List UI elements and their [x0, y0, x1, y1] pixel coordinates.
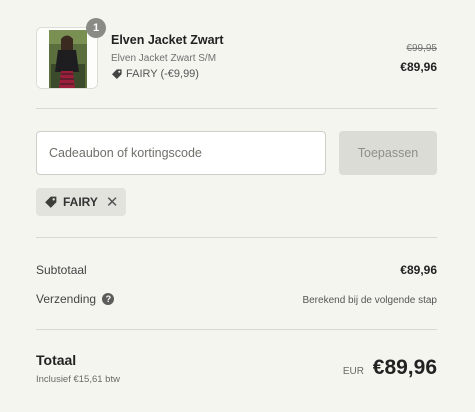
tag-icon	[112, 69, 122, 79]
product-discount: FAIRY (-€9,99)	[111, 68, 199, 80]
original-price: €99,95	[406, 43, 437, 54]
applied-discount-chip: FAIRY ✕	[36, 188, 127, 216]
product-variant: Elven Jacket Zwart S/M	[111, 53, 217, 64]
shipping-row: Verzending ?	[36, 292, 115, 306]
product-image	[37, 28, 97, 88]
tag-icon	[45, 196, 57, 208]
divider	[36, 237, 437, 238]
divider	[36, 329, 437, 330]
subtotal-label: Subtotaal	[36, 263, 87, 277]
tax-note: Inclusief €15,61 btw	[36, 374, 120, 385]
remove-discount-icon[interactable]: ✕	[106, 193, 119, 211]
product-discount-label: FAIRY (-€9,99)	[126, 68, 199, 80]
subtotal-value: €89,96	[400, 263, 437, 277]
total-amount: €89,96	[372, 356, 437, 379]
shipping-value: Berekend bij de volgende stap	[302, 295, 437, 306]
product-title: Elven Jacket Zwart	[111, 33, 224, 47]
cart-item: 1 Elven Jacket Zwart Elven Jacket Zwart …	[36, 18, 437, 91]
applied-discount-code: FAIRY	[63, 195, 98, 209]
total-label: Totaal	[36, 352, 77, 368]
product-thumbnail	[36, 27, 98, 89]
divider	[36, 108, 437, 109]
discount-code-input[interactable]	[36, 131, 326, 175]
currency-code: EUR	[342, 366, 364, 377]
final-price: €89,96	[400, 60, 437, 74]
quantity-badge: 1	[86, 18, 106, 38]
shipping-label: Verzending	[36, 292, 97, 306]
help-icon[interactable]: ?	[102, 293, 115, 305]
apply-discount-button[interactable]: Toepassen	[339, 131, 437, 175]
